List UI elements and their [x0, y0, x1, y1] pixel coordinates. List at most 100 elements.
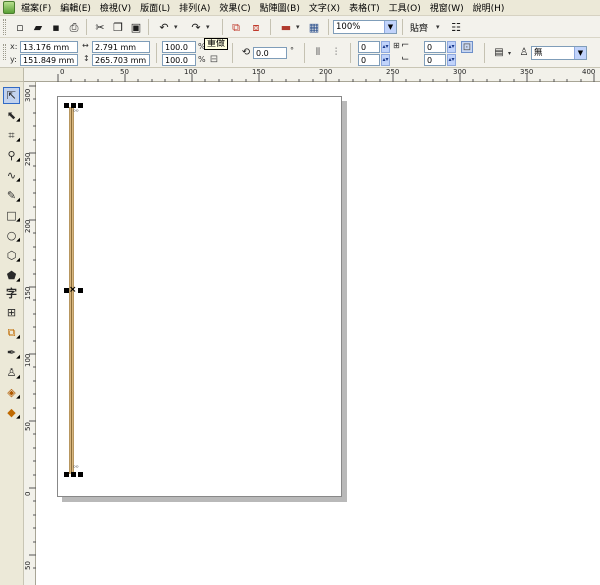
selection-handle[interactable] [78, 472, 83, 477]
document-page[interactable] [57, 96, 342, 497]
snap-to-button[interactable]: 貼齊 [410, 21, 428, 34]
x-position-field[interactable] [20, 41, 78, 53]
rotation-angle-field[interactable] [253, 47, 287, 59]
outline-tool-icon[interactable]: ♙ ◢ [3, 364, 20, 381]
corner-bottom-left-field[interactable] [358, 54, 380, 66]
menu-effects[interactable]: 效果(C) [219, 1, 250, 14]
toolbar-separator [156, 43, 157, 63]
selection-handle[interactable] [64, 472, 69, 477]
outline-width-value: 無 [534, 48, 543, 58]
crop-tool-icon[interactable]: ⌗ ◢ [3, 127, 20, 144]
x-label: x: [10, 42, 18, 51]
ruler-origin[interactable] [0, 68, 24, 82]
percent-label: % [198, 55, 206, 64]
corner-top-left-field[interactable] [358, 41, 380, 53]
export-icon[interactable]: ⧈ [248, 19, 264, 35]
cut-icon[interactable]: ✂ [92, 19, 108, 35]
menu-layout[interactable]: 版面(L) [140, 1, 170, 14]
zoom-level-select[interactable]: 100% ▼ [333, 20, 397, 34]
selection-handle[interactable] [78, 288, 83, 293]
interactive-fill-tool-icon[interactable]: ◆ ◢ [3, 404, 20, 421]
toolbar-grip[interactable] [3, 44, 6, 60]
corner-lock-button-icon[interactable]: ⊡ [461, 41, 473, 53]
vertical-ruler[interactable]: 300 250 200 150 100 50 0 50 [24, 82, 36, 585]
toolbar-grip[interactable] [3, 19, 6, 35]
text-tool-icon[interactable]: 字 [3, 285, 20, 302]
copy-icon[interactable]: ❐ [110, 19, 126, 35]
fill-tool-icon[interactable]: ◈ ◢ [3, 384, 20, 401]
ruler-label: 250 [386, 68, 400, 76]
mirror-horizontal-icon[interactable]: ⫴ [312, 47, 324, 59]
property-bar: x: y: ↔ ↕ % % ⊟ ⟲ ° ⫴ ⫶ ▴▾ ▴▾ ⊞ ⌐ ⌙ ▴▾ ▴… [0, 38, 600, 68]
corner-lock-icon[interactable]: ⊞ [393, 41, 400, 50]
launcher-dropdown-arrow[interactable]: ▾ [296, 23, 300, 31]
welcome-screen-icon[interactable]: ▦ [306, 19, 322, 35]
wrap-dropdown-arrow[interactable]: ▾ [508, 50, 511, 57]
mirror-vertical-icon[interactable]: ⫶ [330, 47, 342, 59]
redo-icon[interactable]: ↷ [188, 19, 204, 35]
smart-fill-tool-icon[interactable]: ✎ ◢ [3, 187, 20, 204]
y-label: y: [10, 55, 17, 64]
save-icon[interactable]: ▪ [48, 19, 64, 35]
y-position-field[interactable] [20, 54, 78, 66]
eyedropper-tool-icon[interactable]: ✒ ◢ [3, 344, 20, 361]
corner-bottom-right-field[interactable] [424, 54, 446, 66]
new-document-icon[interactable]: ▫ [12, 19, 28, 35]
chevron-down-icon[interactable]: ▼ [574, 47, 586, 59]
freehand-tool-icon[interactable]: ∿ ◢ [3, 167, 20, 184]
ellipse-tool-icon[interactable]: ○ ◢ [3, 227, 20, 244]
corner-spinner[interactable]: ▴▾ [447, 41, 456, 53]
polygon-tool-icon[interactable]: ⬡ ◢ [3, 247, 20, 264]
print-icon[interactable]: ⎙ [66, 19, 82, 35]
corner-top-right-field[interactable] [424, 41, 446, 53]
menu-file[interactable]: 檔案(F) [21, 1, 51, 14]
scale-x-field[interactable] [162, 41, 196, 53]
menu-help[interactable]: 說明(H) [473, 1, 505, 14]
paste-icon[interactable]: ▣ [128, 19, 144, 35]
open-folder-icon[interactable]: ▰ [30, 19, 46, 35]
ruler-label: 150 [252, 68, 266, 76]
wrap-text-icon[interactable]: ▤ [493, 47, 505, 59]
menu-text[interactable]: 文字(X) [309, 1, 340, 14]
line-end-node-icon[interactable]: ᵒᵒ [73, 108, 79, 116]
menu-arrange[interactable]: 排列(A) [179, 1, 210, 14]
pick-tool-icon[interactable]: ⇱ [3, 87, 20, 104]
corner-spinner[interactable]: ▴▾ [381, 54, 390, 66]
ruler-label: 50 [24, 561, 32, 570]
basic-shapes-tool-icon[interactable]: ⬟ ◢ [3, 267, 20, 284]
snap-dropdown-arrow[interactable]: ▾ [436, 23, 440, 31]
scale-y-field[interactable] [162, 54, 196, 66]
horizontal-ruler[interactable]: 0 50 100 150 200 250 300 350 400 [24, 68, 600, 82]
redo-dropdown-arrow[interactable]: ▾ [206, 23, 210, 31]
application-launcher-icon[interactable]: ▬ [278, 19, 294, 35]
table-tool-icon[interactable]: ⊞ [3, 304, 20, 321]
zoom-tool-icon[interactable]: ⚲ ◢ [3, 147, 20, 164]
corner-spinner[interactable]: ▴▾ [447, 54, 456, 66]
chevron-down-icon[interactable]: ▼ [384, 21, 396, 33]
width-field[interactable] [92, 41, 150, 53]
undo-icon[interactable]: ↶ [156, 19, 172, 35]
selection-handle[interactable] [64, 103, 69, 108]
undo-dropdown-arrow[interactable]: ▾ [174, 23, 178, 31]
toolbar-separator [484, 43, 485, 63]
redo-tooltip: 重做 [204, 38, 229, 50]
selection-handle[interactable] [71, 472, 76, 477]
toolbar-separator [222, 19, 223, 35]
line-end-node-icon[interactable]: ᵒᵒ [73, 464, 79, 472]
interactive-blend-tool-icon[interactable]: ⧉ ◢ [3, 324, 20, 341]
menu-view[interactable]: 檢視(V) [100, 1, 131, 14]
options-icon[interactable]: ☷ [448, 19, 464, 35]
menu-window[interactable]: 視窗(W) [430, 1, 464, 14]
menu-edit[interactable]: 編輯(E) [60, 1, 91, 14]
rectangle-tool-icon[interactable]: □ ◢ [3, 207, 20, 224]
import-icon[interactable]: ⧉ [228, 19, 244, 35]
lock-ratio-icon[interactable]: ⊟ [208, 54, 220, 66]
menu-bitmaps[interactable]: 點陣圖(B) [260, 1, 300, 14]
outline-width-select[interactable]: 無 ▼ [531, 46, 587, 60]
corner-spinner[interactable]: ▴▾ [381, 41, 390, 53]
shape-tool-icon[interactable]: ⬉ ◢ [3, 107, 20, 124]
menu-tools[interactable]: 工具(O) [389, 1, 421, 14]
menu-table[interactable]: 表格(T) [349, 1, 380, 14]
ruler-label: 150 [24, 286, 32, 300]
height-field[interactable] [92, 54, 150, 66]
